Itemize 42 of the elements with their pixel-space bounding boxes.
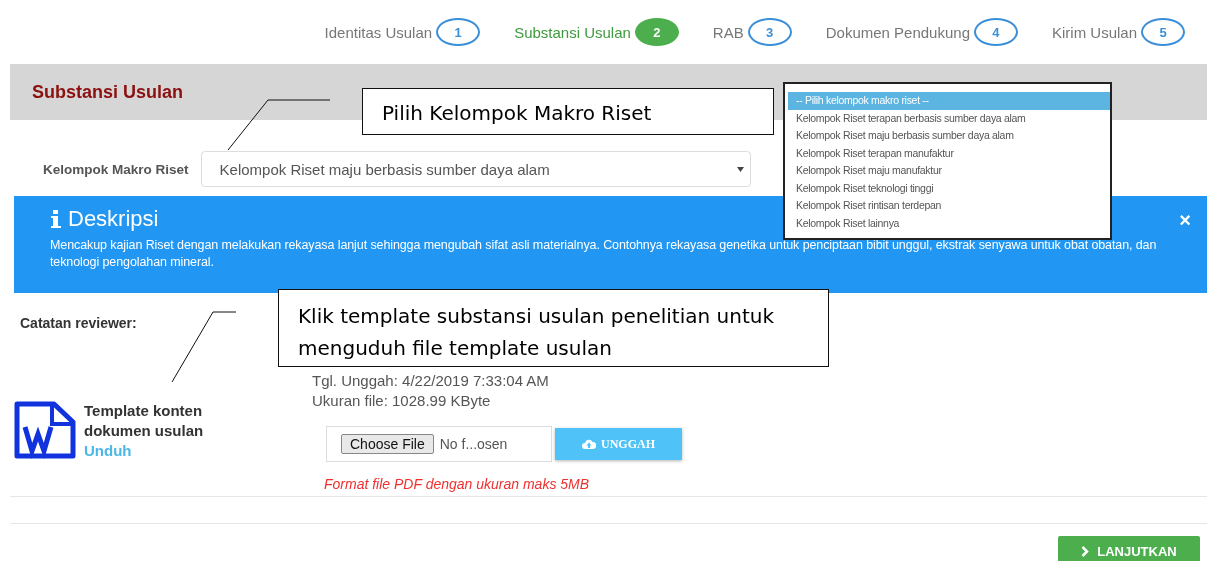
info-icon	[50, 210, 62, 228]
template-title: Template konten dokumen usulan	[84, 402, 204, 439]
dropdown-option[interactable]: -- Pilih kelompok makro riset --	[788, 92, 1110, 110]
reviewer-label: Catatan reviewer:	[20, 315, 137, 331]
download-link[interactable]: Unduh	[84, 441, 249, 461]
file-info-text: Tgl. Unggah: 4/22/2019 7:33:04 AM	[312, 371, 550, 391]
step-number[interactable]: 5	[1141, 18, 1185, 46]
field-label: Kelompok Makro Riset	[43, 161, 189, 177]
step-number[interactable]: 3	[747, 18, 792, 46]
dropdown-option[interactable]: Kelompok Riset lainnya	[788, 214, 1110, 232]
dropdown-option[interactable]: Kelompok Riset maju manufaktur	[788, 162, 1110, 180]
step-number[interactable]: 4	[973, 18, 1018, 46]
step-label[interactable]: Substansi Usulan	[514, 23, 631, 41]
next-button[interactable]: LANJUTKAN	[1058, 536, 1200, 561]
dropdown-option[interactable]: Kelompok Riset terapan berbasis sumber daya alam	[788, 109, 1110, 127]
step-number[interactable]: 1	[436, 18, 481, 46]
alert-title: Deskripsi	[68, 206, 159, 232]
caret-icon	[736, 166, 744, 172]
cloud-upload-icon	[582, 439, 596, 449]
step-number[interactable]: 2	[634, 18, 679, 46]
annotation-callout: Pilih Kelompok Makro Riset	[362, 88, 774, 135]
dropdown-option[interactable]: Kelompok Riset teknologi tinggi	[788, 179, 1110, 197]
macro-select[interactable]: Kelompok Riset maju berbasis sumber daya alam	[200, 151, 751, 187]
chevron-right-icon	[1081, 545, 1090, 557]
format-note: Format file PDF dengan ukuran maks 5MB	[324, 476, 591, 492]
panel-title: Substansi Usulan	[32, 81, 184, 103]
file-info-text: Ukuran file: 1028.99 KByte	[312, 391, 492, 411]
step-label[interactable]: RAB	[712, 23, 744, 41]
step-label[interactable]: Identitas Usulan	[324, 23, 433, 41]
description-text: Mencakup kajian Riset dengan melakukan rekayasa lanjut sehingga mengubah sifat asli materialnya. Contohnya rekayasa genetika untuk penciptaan bibit unggul, ekstrak senyawa untuk obat obatan, dan teknologi pengolahan mineral.	[50, 237, 1158, 271]
file-status: No f...osen	[439, 436, 508, 452]
annotation-callout: Klik template substansi usulan penelitian untuk menguduh file template usulan	[278, 289, 829, 367]
word-document-icon	[14, 401, 76, 459]
close-button[interactable]: ×	[1179, 210, 1191, 230]
file-input[interactable]: Choose File No f...osen	[326, 426, 552, 462]
leader-line	[171, 311, 237, 383]
step-label[interactable]: Kirim Usulan	[1051, 23, 1137, 41]
choose-file-button[interactable]: Choose File	[341, 434, 434, 454]
dropdown-option[interactable]: Kelompok Riset maju berbasis sumber daya alam	[788, 127, 1110, 145]
dropdown-option[interactable]: Kelompok Riset rintisan terdepan	[788, 197, 1110, 215]
dropdown-option[interactable]: Kelompok Riset terapan manufaktur	[788, 144, 1110, 162]
step-label[interactable]: Dokumen Pendukung	[825, 23, 970, 41]
